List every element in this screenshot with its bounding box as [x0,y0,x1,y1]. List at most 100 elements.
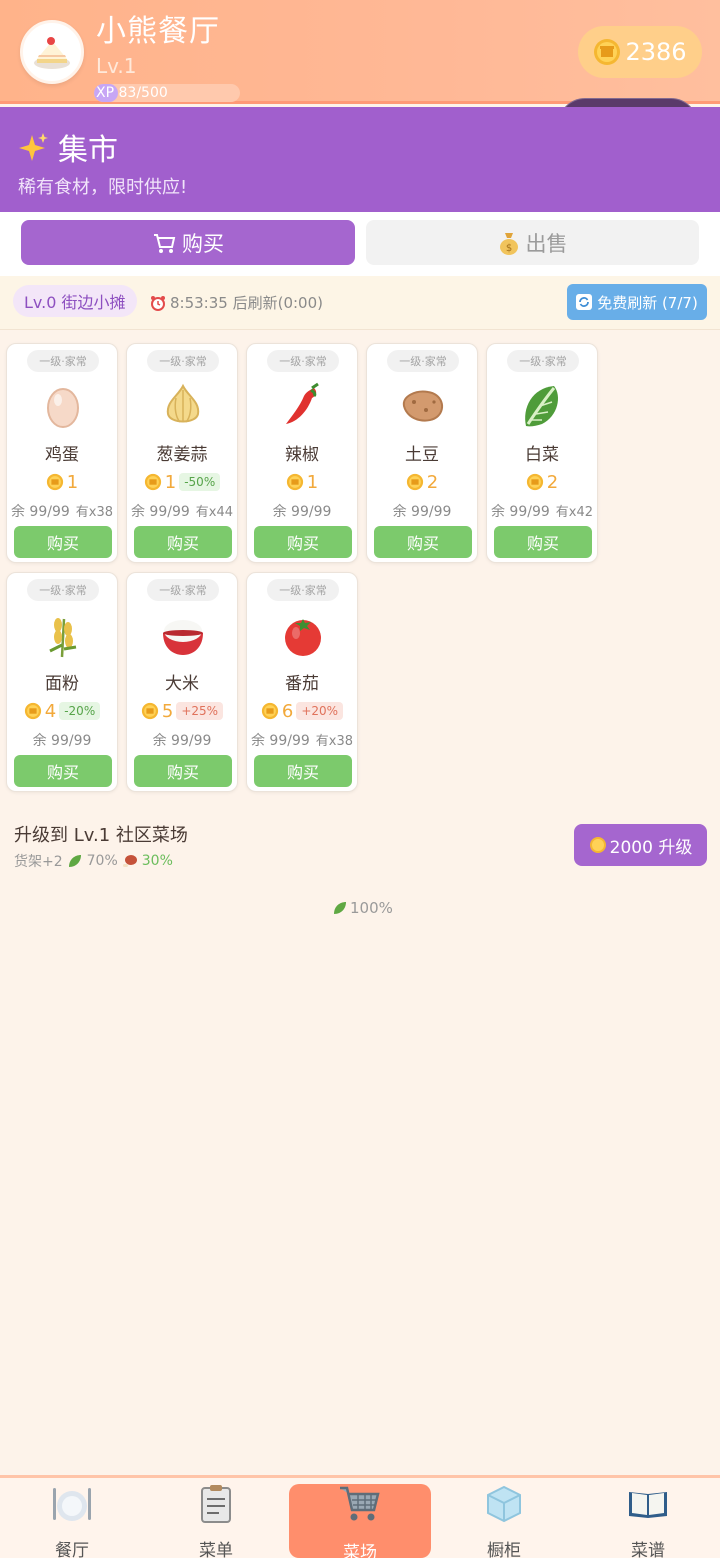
stock-row: 余 99/99 [127,730,237,750]
upgrade-extra: 100% [332,899,393,917]
owned-count: 有x38 [75,505,114,520]
ingredient-price: 6 [281,700,294,722]
meat-icon [122,855,137,867]
tab-sell-label: 出售 [525,231,568,256]
buy-button[interactable]: 购买 [494,526,592,558]
ingredient-card: 一级·家常面粉 4 -20% 余 99/99 购买 [6,572,118,792]
ingredient-price: 5 [161,700,174,722]
refresh-icon [576,294,593,310]
tier-badge: 一级·家常 [267,350,339,372]
tier-badge: 一级·家常 [147,350,219,372]
chili-icon [286,382,319,424]
upgrade-button[interactable]: 2000 升级 [574,824,707,866]
stock-row: 余 99/99 [367,501,477,521]
stock-remaining: 余 99/99 [32,733,92,749]
ingredient-name: 鸡蛋 [45,445,79,465]
upgrade-bonus-b: 30% [141,853,173,869]
coin-icon [46,473,63,491]
price-row: 2 [367,470,477,494]
stock-remaining: 余 99/99 [10,504,70,520]
owned-count: 有x42 [555,505,594,520]
nav-menu-label: 菜单 [199,1541,233,1558]
price-row: 6 +20% [247,699,357,723]
ingredient-price: 1 [164,471,177,493]
stock-row: 余 99/99 [247,501,357,521]
tab-buy[interactable]: 购买 [21,220,355,265]
ingredient-card: 一级·家常 葱姜蒜 1 -50% 余 99/99 有x44 购买 [126,343,238,563]
stock-remaining: 余 99/99 [250,733,310,749]
trade-tabs: 购买 $ 出售 [0,212,720,276]
buy-button[interactable]: 购买 [254,526,352,558]
upgrade-title: 升级到 Lv.1 社区菜场 [14,825,188,846]
buy-button[interactable]: 购买 [14,755,112,787]
upgrade-button-label: 2000 升级 [609,837,693,858]
ingredient-name: 白菜 [525,445,559,465]
coin-amount: 2386 [625,38,687,66]
coin-icon [24,702,41,720]
price-row: 2 [487,470,597,494]
market-title: 集市 [58,133,118,168]
upgrade-shelf: 货架+2 [14,854,63,870]
buy-button[interactable]: 购买 [374,526,472,558]
restaurant-icon [53,1488,91,1521]
tomato-icon [285,619,321,656]
ingredient-name: 面粉 [45,674,79,694]
tier-badge: 一级·家常 [267,579,339,601]
price-row: 5 +25% [127,699,237,723]
tier-badge: 一级·家常 [27,579,99,601]
tier-badge: 一级·家常 [147,579,219,601]
tier-badge: 一级·家常 [27,350,99,372]
alarm-clock-icon [151,295,165,311]
nav-restaurant[interactable]: 餐厅 [0,1478,144,1558]
buy-button[interactable]: 购买 [134,755,232,787]
stall-info-row: Lv.0 街边小摊 8:53:35 后刷新(0:00) 免费刷新 (7/7) [0,276,720,330]
bottom-nav: 餐厅 菜单 菜场 橱柜 菜谱 [0,1475,720,1558]
ingredient-card: 一级·家常 白菜 2 余 99/99 有x42 购买 [486,343,598,563]
coin-icon [261,702,279,720]
ingredient-name: 大米 [165,674,199,694]
price-row: 1 -50% [127,470,237,494]
ingredient-name: 番茄 [285,674,319,694]
coin-icon [526,473,543,491]
money-bag-icon: $ [499,232,518,255]
market-subtitle: 稀有食材，限时供应! [18,177,188,198]
ingredient-name: 辣椒 [285,445,319,465]
stock-remaining: 余 99/99 [130,504,190,520]
ingredient-price: 1 [66,471,79,493]
ingredient-card: 一级·家常大米 5 +25% 余 99/99 购买 [126,572,238,792]
tier-badge: 一级·家常 [507,350,579,372]
avatar[interactable] [20,20,84,84]
price-change-badge: -50% [179,473,221,491]
ingredient-name: 葱姜蒜 [156,445,208,465]
buy-button[interactable]: 购买 [134,526,232,558]
free-refresh-button[interactable]: 免费刷新 (7/7) [567,284,707,320]
buy-button[interactable]: 购买 [254,755,352,787]
owned-count: 有x38 [315,734,354,749]
onion-garlic-icon [166,383,200,423]
svg-text:$: $ [505,243,511,254]
ingredient-card: 一级·家常鸡蛋 1 余 99/99 有x38 购买 [6,343,118,563]
stock-remaining: 余 99/99 [392,504,452,520]
stock-row: 余 99/99 有x38 [247,730,357,750]
cake-icon [34,37,70,69]
restaurant-name: 小熊餐厅 [96,14,220,49]
stock-remaining: 余 99/99 [152,733,212,749]
rice-icon [163,620,203,655]
wheat-icon [49,618,77,658]
ingredient-price: 4 [44,700,57,722]
price-change-badge: +25% [176,702,224,720]
cart-icon [340,1486,380,1521]
nav-menu[interactable]: 菜单 [144,1478,288,1558]
coin-balance[interactable]: 2386 [578,26,702,78]
shopping-cart-icon [154,233,176,253]
nav-market[interactable]: 菜场 [289,1484,431,1558]
tab-sell[interactable]: $ 出售 [366,220,699,265]
buy-button[interactable]: 购买 [14,526,112,558]
nav-cabinet[interactable]: 橱柜 [432,1478,576,1558]
nav-restaurant-label: 餐厅 [55,1541,89,1558]
ingredient-price: 1 [306,471,319,493]
nav-recipes[interactable]: 菜谱 [576,1478,720,1558]
tier-badge: 一级·家常 [387,350,459,372]
header: 小熊餐厅 Lv.1 XP 83/500 2386 [0,0,720,104]
price-row: 4 -20% [7,699,117,723]
